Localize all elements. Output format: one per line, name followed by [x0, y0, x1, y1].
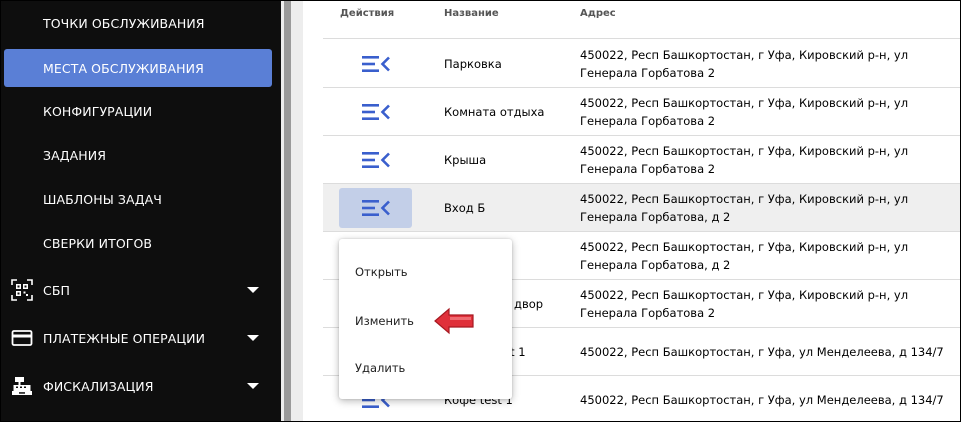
sidebar-item-reconciliations[interactable]: СВЕРКИ ИТОГОВ — [1, 224, 281, 262]
sidebar-item-payment-operations[interactable]: ПЛАТЕЖНЫЕ ОПЕРАЦИИ — [1, 319, 281, 357]
table-row[interactable]: Крыша 450022, Респ Башкортостан, г Уфа, … — [323, 136, 960, 184]
menu-open-icon — [361, 152, 390, 168]
row-context-menu: Открыть Изменить Удалить — [339, 239, 512, 399]
sidebar-item-configurations[interactable]: КОНФИГУРАЦИИ — [1, 92, 281, 130]
menu-item-open[interactable]: Открыть — [355, 265, 408, 279]
menu-open-icon — [361, 56, 390, 72]
row-address: 450022, Респ Башкортостан, г Уфа, Кировс… — [580, 144, 909, 176]
row-actions-button[interactable] — [339, 44, 412, 84]
sidebar-item-label: СВЕРКИ ИТОГОВ — [43, 235, 153, 251]
sidebar-item-label: КОНФИГУРАЦИИ — [43, 103, 153, 119]
sidebar-item-service-places[interactable]: МЕСТА ОБСЛУЖИВАНИЯ — [4, 49, 272, 87]
qr-code-icon — [11, 279, 33, 301]
chevron-down-icon[interactable] — [247, 287, 259, 293]
menu-open-icon — [361, 104, 390, 120]
sidebar-item-label: ПЛАТЕЖНЫЕ ОПЕРАЦИИ — [43, 330, 206, 346]
row-name: Парковка — [444, 57, 502, 71]
sidebar-item-label: ТОЧКИ ОБСЛУЖИВАНИЯ — [43, 15, 205, 31]
sidebar-item-fiscalization[interactable]: ФИСКАЛИЗАЦИЯ — [1, 367, 281, 405]
row-address: 450022, Респ Башкортостан, г Уфа, Кировс… — [580, 192, 909, 224]
row-address: 450022, Респ Башкортостан, г Уфа, Кировс… — [580, 240, 909, 272]
scrollbar-thumb[interactable] — [284, 1, 291, 421]
sidebar-item-label: ШАБЛОНЫ ЗАДАЧ — [43, 191, 162, 207]
row-address: 450022, Респ Башкортостан, г Уфа, Кировс… — [580, 48, 909, 80]
cash-register-icon — [12, 377, 32, 395]
row-address: 450022, Респ Башкортостан, г Уфа, ул Мен… — [580, 393, 944, 407]
menu-item-delete[interactable]: Удалить — [355, 361, 405, 375]
row-actions-button[interactable] — [339, 188, 412, 228]
chevron-down-icon[interactable] — [247, 335, 259, 341]
sidebar-item-service-points[interactable]: ТОЧКИ ОБСЛУЖИВАНИЯ — [1, 4, 281, 42]
sidebar-item-sbp[interactable]: СБП — [1, 271, 281, 309]
credit-card-icon — [11, 330, 33, 346]
sidebar-item-label: СБП — [43, 282, 71, 298]
sidebar-item-label: ЗАДАНИЯ — [43, 147, 107, 163]
column-header-actions[interactable]: Действия — [340, 8, 394, 19]
table-row-selected[interactable]: Вход Б 450022, Респ Башкортостан, г Уфа,… — [323, 184, 960, 232]
row-address: 450022, Респ Башкортостан, г Уфа, Кировс… — [580, 96, 909, 128]
sidebar-item-tasks[interactable]: ЗАДАНИЯ — [1, 136, 281, 174]
chevron-down-icon[interactable] — [247, 383, 259, 389]
sidebar-item-label: ФИСКАЛИЗАЦИЯ — [43, 378, 154, 394]
row-actions-button[interactable] — [339, 92, 412, 132]
row-name: двор — [514, 297, 544, 311]
table-row[interactable]: Комната отдыха 450022, Респ Башкортостан… — [323, 88, 960, 136]
menu-item-edit[interactable]: Изменить — [355, 314, 414, 328]
row-name: Крыша — [444, 153, 487, 167]
sidebar-item-label: МЕСТА ОБСЛУЖИВАНИЯ — [43, 60, 204, 76]
row-name: Комната отдыха — [444, 105, 545, 119]
table-header: Действия Название Адрес — [323, 1, 960, 39]
column-header-name[interactable]: Название — [444, 8, 499, 19]
sidebar: ТОЧКИ ОБСЛУЖИВАНИЯ МЕСТА ОБСЛУЖИВАНИЯ КО… — [1, 1, 281, 421]
row-actions-button[interactable] — [339, 140, 412, 180]
menu-open-icon — [361, 200, 390, 216]
row-address: 450022, Респ Башкортостан, г Уфа, Кировс… — [580, 288, 909, 320]
table-row[interactable]: Парковка 450022, Респ Башкортостан, г Уф… — [323, 40, 960, 88]
column-header-address[interactable]: Адрес — [580, 8, 616, 19]
app-window: ТОЧКИ ОБСЛУЖИВАНИЯ МЕСТА ОБСЛУЖИВАНИЯ КО… — [0, 0, 961, 422]
row-name: Вход Б — [444, 201, 486, 215]
sidebar-item-task-templates[interactable]: ШАБЛОНЫ ЗАДАЧ — [1, 180, 281, 218]
row-address: 450022, Респ Башкортостан, г Уфа, ул Мен… — [580, 345, 944, 359]
pointer-arrow-icon — [434, 307, 474, 335]
